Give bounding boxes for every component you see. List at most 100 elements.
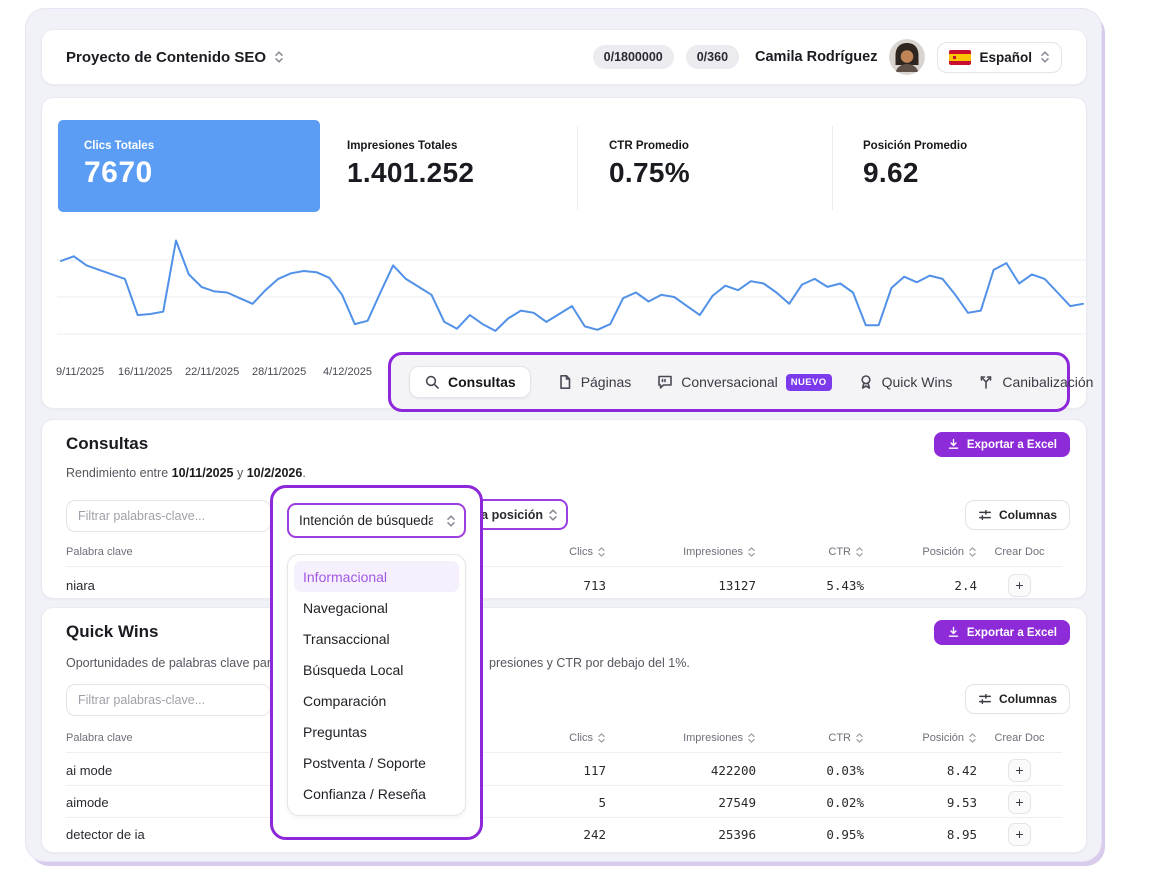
create-doc-button[interactable]: + [1008,574,1031,597]
section-subtitle-right: presiones y CTR por debajo del 1%. [489,656,690,670]
create-doc-button[interactable]: + [1008,759,1031,782]
divider [66,752,1062,753]
stat-avg-position[interactable]: Posición Promedio 9.62 [863,140,967,189]
option-navegacional[interactable]: Navegacional [294,592,459,623]
ctr-cell: 0.95% [756,827,864,842]
sort-icon [597,732,606,744]
col-position[interactable]: Posición [864,732,977,744]
table-row: niara 713 13127 5.43% 2.4 + [66,570,1062,599]
sort-icon [855,732,864,744]
stat-total-clicks[interactable]: Clics Totales 7670 [58,120,320,212]
sort-icon [747,546,756,558]
impressions-cell: 25396 [606,827,756,842]
section-title: Consultas [66,434,148,454]
sliders-icon [978,508,992,522]
stat-total-impressions[interactable]: Impresiones Totales 1.401.252 [347,140,474,189]
ctr-cell: 0.02% [756,795,864,810]
usage-badge-primary: 0/1800000 [593,45,674,69]
avatar-photo-icon [889,39,925,75]
header-right-group: 0/1800000 0/360 Camila Rodríguez Español [593,39,1062,75]
ctr-cell: 5.43% [756,578,864,593]
sliders-icon [978,692,992,706]
export-excel-button[interactable]: Exportar a Excel [934,620,1070,645]
columns-button[interactable]: Columnas [965,500,1070,530]
chevron-updown-icon [274,50,284,64]
table-header-row: Palabra clave Clics Impresiones CTR Posi… [66,546,1062,558]
clicks-line [61,241,1083,331]
divider [66,817,1062,818]
columns-button[interactable]: Columnas [965,684,1070,714]
option-informacional[interactable]: Informacional [294,561,459,592]
col-create-doc: Crear Doc [977,546,1062,558]
usage-badge-secondary: 0/360 [686,45,739,69]
section-subtitle: Rendimiento entre 10/11/2025 y 10/2/2026… [66,466,306,480]
option-preguntas[interactable]: Preguntas [294,716,459,747]
x-axis-tick: 28/11/2025 [252,366,306,378]
stat-value: 7670 [84,156,294,190]
project-selector[interactable]: Proyecto de Contenido SEO [66,49,284,66]
top-bar: Proyecto de Contenido SEO 0/1800000 0/36… [41,29,1087,85]
col-ctr[interactable]: CTR [756,732,864,744]
section-subtitle-left: Oportunidades de palabras clave para [66,656,278,670]
option-comparacion[interactable]: Comparación [294,685,459,716]
chevron-updown-icon [446,514,456,528]
impressions-cell: 422200 [606,763,756,778]
report-tabs: Consultas Páginas Conversacional NUEVO Q… [388,352,1070,412]
chat-bubble-icon [657,374,673,390]
search-icon [424,374,440,390]
award-icon [858,374,874,390]
language-label: Español [979,50,1032,65]
tab-paginas[interactable]: Páginas [557,374,632,390]
table-row: ai mode 117 422200 0.03% 8.42 + [66,755,1062,785]
keyword-filter-input[interactable] [66,684,271,716]
stat-avg-ctr[interactable]: CTR Promedio 0.75% [609,140,690,189]
intent-options-menu: Informacional Navegacional Transaccional… [287,554,466,816]
stat-value: 9.62 [863,157,967,189]
col-impressions[interactable]: Impresiones [606,732,756,744]
language-selector[interactable]: Español [937,42,1062,73]
option-postventa-soporte[interactable]: Postventa / Soporte [294,747,459,778]
export-excel-button[interactable]: Exportar a Excel [934,432,1070,457]
date-to: 10/2/2026 [247,466,303,480]
x-axis-tick: 4/12/2025 [323,366,372,378]
tab-quick-wins[interactable]: Quick Wins [858,374,953,390]
divider [66,785,1062,786]
sort-icon [968,546,977,558]
divider [832,126,833,210]
section-title: Quick Wins [66,622,158,642]
table-row: aimode 5 27549 0.02% 9.53 + [66,787,1062,817]
quick-wins-section: Quick Wins Oportunidades de palabras cla… [41,607,1087,853]
avatar[interactable] [889,39,925,75]
stat-value: 0.75% [609,157,690,189]
document-icon [557,374,573,390]
option-busqueda-local[interactable]: Búsqueda Local [294,654,459,685]
divider [577,126,578,210]
table-row: detector de ia 242 25396 0.95% 8.95 + [66,819,1062,849]
sort-icon [747,732,756,744]
impressions-cell: 13127 [606,578,756,593]
option-transaccional[interactable]: Transaccional [294,623,459,654]
option-confianza-resena[interactable]: Confianza / Reseña [294,778,459,809]
tab-canibalizacion[interactable]: Canibalización [978,374,1093,390]
sort-icon [855,546,864,558]
create-doc-button[interactable]: + [1008,791,1031,814]
col-impressions[interactable]: Impresiones [606,546,756,558]
intent-select[interactable]: Intención de búsqueda [287,503,466,538]
position-cell: 9.53 [864,795,977,810]
stat-label: Clics Totales [84,140,294,152]
nuevo-badge: NUEVO [786,374,832,391]
tab-conversacional[interactable]: Conversacional NUEVO [657,374,831,391]
user-name: Camila Rodríguez [755,49,877,65]
stat-label: CTR Promedio [609,140,690,152]
col-position[interactable]: Posición [864,546,977,558]
clicks-chart [57,224,1087,354]
stat-value: 1.401.252 [347,157,474,189]
tab-consultas[interactable]: Consultas [409,366,531,398]
keyword-filter-input[interactable] [66,500,271,532]
dashboard-panel: Proyecto de Contenido SEO 0/1800000 0/36… [25,8,1102,862]
date-from: 10/11/2025 [172,466,234,480]
sort-icon [597,546,606,558]
create-doc-button[interactable]: + [1008,823,1031,846]
ctr-cell: 0.03% [756,763,864,778]
col-ctr[interactable]: CTR [756,546,864,558]
